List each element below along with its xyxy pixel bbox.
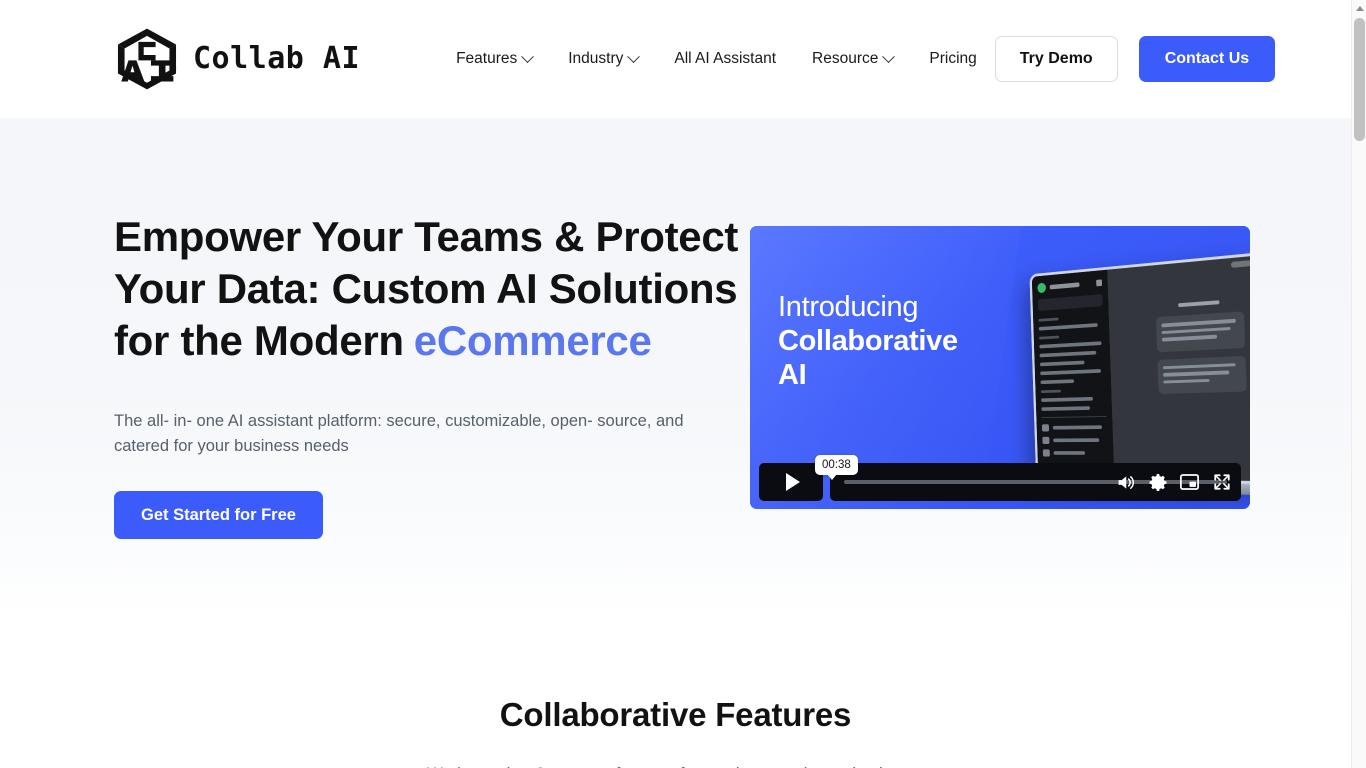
gear-icon[interactable]	[1148, 473, 1167, 492]
contact-us-button[interactable]: Contact Us	[1138, 36, 1276, 82]
chevron-down-icon	[521, 49, 535, 63]
video-overlay-line-1: Introducing	[778, 291, 919, 323]
chevron-down-icon	[882, 49, 896, 63]
mock-search-field	[1037, 294, 1103, 312]
fullscreen-icon[interactable]	[1212, 473, 1231, 492]
brand-name: Collab AI	[193, 41, 361, 76]
play-icon	[785, 473, 800, 491]
video-overlay-line-2: Collaborative	[778, 325, 958, 357]
nav-item-pricing[interactable]: Pricing	[911, 43, 994, 75]
hero-video-player[interactable]: Introducing Collaborative AI 00:38	[750, 226, 1250, 509]
hero-title-line-2: Your Data: Custom AI Solutions	[114, 265, 738, 312]
nav-label: Resource	[812, 50, 879, 68]
chevron-down-icon	[627, 49, 641, 63]
get-started-button[interactable]: Get Started for Free	[114, 491, 323, 539]
play-button[interactable]	[759, 463, 823, 501]
mock-brand-badge	[1230, 260, 1250, 268]
nav-label: Pricing	[929, 50, 977, 68]
laptop-mockup	[1027, 252, 1250, 496]
hero-section: Empower Your Teams & Protect Your Data: …	[0, 118, 1351, 618]
nav-label: Industry	[568, 50, 624, 68]
header-actions: Try Demo Contact Us	[994, 36, 1276, 82]
nav-item-industry[interactable]: Industry	[550, 43, 656, 75]
hero-title-line-3: for the Modern	[114, 317, 404, 364]
video-progress-bar[interactable]	[830, 463, 1241, 501]
mock-app-main	[1107, 255, 1250, 482]
site-header: Collab AI Features Industry All AI Assis…	[0, 0, 1351, 118]
page-content: Collab AI Features Industry All AI Assis…	[0, 0, 1351, 768]
brand-logo[interactable]: Collab AI	[114, 26, 360, 92]
nav-item-all-ai-assistant[interactable]: All AI Assistant	[656, 43, 794, 75]
hero-text-column: Empower Your Teams & Protect Your Data: …	[114, 118, 739, 539]
mock-app-sidebar	[1031, 269, 1115, 480]
video-control-icons	[1116, 473, 1231, 492]
page-scrollbar[interactable]	[1351, 0, 1366, 768]
video-overlay-line-3: AI	[778, 359, 807, 391]
laptop-screen	[1031, 255, 1250, 482]
laptop-frame	[1029, 252, 1250, 485]
try-demo-button[interactable]: Try Demo	[994, 36, 1118, 82]
chevron-up-icon	[1355, 6, 1364, 11]
mock-compose-icon	[1096, 279, 1103, 287]
scroll-up-button[interactable]	[1352, 0, 1366, 17]
video-time-tooltip: 00:38	[815, 454, 858, 481]
features-section: Collaborative Features Work together & s…	[0, 618, 1351, 768]
picture-in-picture-icon[interactable]	[1180, 473, 1199, 492]
main-navigation: Features Industry All AI Assistant Resou…	[438, 43, 995, 75]
nav-item-features[interactable]: Features	[438, 43, 550, 75]
mock-message-card	[1155, 298, 1248, 401]
video-overlay-title: Introducing Collaborative AI	[778, 290, 958, 392]
volume-icon[interactable]	[1116, 473, 1135, 492]
nav-label: All AI Assistant	[674, 50, 777, 68]
hero-subtitle: The all- in- one AI assistant platform: …	[114, 412, 684, 455]
nav-label: Features	[456, 50, 518, 68]
features-subtitle: Work together & smarter: features for to…	[0, 762, 1351, 768]
browser-viewport: Collab AI Features Industry All AI Assis…	[0, 0, 1366, 768]
mock-avatar-icon	[1037, 282, 1047, 294]
features-title: Collaborative Features	[499, 696, 852, 733]
hero-title-line-1: Empower Your Teams & Protect	[114, 213, 739, 260]
cube-ai-logo-icon	[117, 28, 177, 90]
hero-title-accent: eCommerce	[413, 317, 652, 364]
nav-item-resource[interactable]: Resource	[794, 43, 911, 75]
hero-title: Empower Your Teams & Protect Your Data: …	[114, 211, 739, 367]
scrollbar-thumb[interactable]	[1354, 18, 1365, 141]
